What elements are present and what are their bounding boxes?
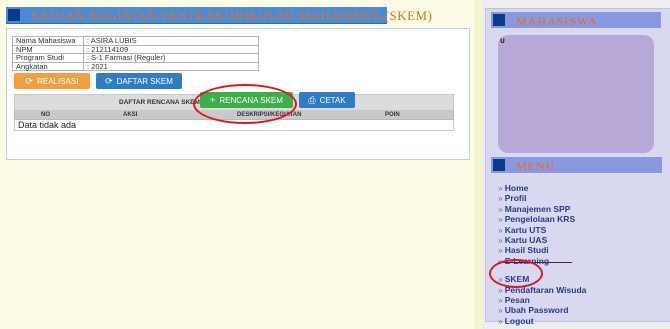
- sidebar-item-label: Profil: [504, 193, 527, 204]
- cetak-button[interactable]: ⎙ CETAK: [299, 92, 355, 108]
- info-label: Angkatan: [12, 61, 84, 71]
- sidebar-item-label: Kartu UTS: [504, 224, 547, 235]
- sidebar-item-profil[interactable]: » Profil: [498, 193, 586, 203]
- sidebar-item-manajemen-spp[interactable]: » Manajemen SPP: [498, 204, 586, 214]
- realisasi-button[interactable]: ⟳ REALISASI: [14, 73, 90, 89]
- sidebar-item-ubah-password[interactable]: » Ubah Password: [498, 305, 586, 315]
- sidebar-item-pesan[interactable]: » Pesan: [498, 295, 586, 305]
- daftar-skem-button[interactable]: ⟳ DAFTAR SKEM: [96, 73, 182, 89]
- highlight-circle: [193, 84, 297, 124]
- sidebar-menu: » Home » Profil » Manajemen SPP » Pengelolaa…: [498, 183, 586, 326]
- daftar-skem-label: DAFTAR SKEM: [116, 76, 173, 86]
- col-no: NO: [41, 112, 50, 118]
- info-label: Program Studi: [12, 53, 84, 63]
- realisasi-label: REALISASI: [37, 76, 79, 86]
- sidebar-profile-title: MAHASISWA: [491, 12, 661, 28]
- sidebar-item-label: Kartu UAS: [504, 234, 548, 245]
- info-label: Nama Mahasiswa: [12, 36, 84, 46]
- highlight-circle: [489, 259, 543, 288]
- sidebar-item-pengelolaan-krs[interactable]: » Pengelolaan KRS: [498, 214, 586, 224]
- sidebar-item-label: Ubah Password: [504, 305, 569, 316]
- info-value: : ASIRA LUBIS: [83, 36, 259, 46]
- sidebar-item-label: Hasil Studi: [504, 245, 549, 256]
- printer-icon: ⎙: [308, 94, 316, 105]
- main-panel: SATUAN KEGIATAN EKSTRAKURIKULER MAHASISW…: [0, 0, 474, 329]
- info-value: : S-1 Farmasi (Reguler): [83, 53, 259, 63]
- sidebar-item-label: Logout: [504, 315, 534, 326]
- col-poin: POIN: [385, 112, 400, 118]
- refresh-icon: ⟳: [105, 75, 113, 86]
- title-square-icon: [493, 14, 505, 26]
- sidebar-item-home[interactable]: » Home: [498, 183, 586, 193]
- menu-title-text: MENU: [516, 159, 556, 173]
- sidebar-item-label: Home: [504, 183, 529, 193]
- sidebar-item-hasil-studi[interactable]: » Hasil Studi: [498, 245, 586, 255]
- sidebar-item-kartu-uas[interactable]: » Kartu UAS: [498, 235, 586, 245]
- avatar: [498, 35, 654, 153]
- user-initial: U: [500, 38, 505, 45]
- sidebar-item-logout[interactable]: » Logout: [498, 316, 586, 326]
- sidebar-item-kartu-uts[interactable]: » Kartu UTS: [498, 225, 586, 235]
- sidebar-menu-title: MENU: [491, 157, 662, 173]
- sidebar-item-label: Pesan: [504, 294, 530, 305]
- page-title: SATUAN KEGIATAN EKSTRAKURIKULER MAHASISW…: [31, 8, 433, 23]
- refresh-icon: ⟳: [25, 75, 34, 86]
- page-title-bar: SATUAN KEGIATAN EKSTRAKURIKULER MAHASISW…: [6, 7, 432, 24]
- sidebar-item-label: Pengelolaan KRS: [504, 214, 576, 225]
- title-square-icon: [493, 159, 505, 171]
- col-aksi: AKSI: [123, 112, 138, 118]
- title-square-icon: [8, 9, 20, 21]
- cetak-label: CETAK: [319, 95, 346, 105]
- info-value: : 2021: [83, 61, 259, 71]
- sidebar-item-label: Manajemen SPP: [504, 203, 571, 214]
- student-info-table: Nama Mahasiswa: ASIRA LUBIS NPM: 2121141…: [12, 36, 259, 71]
- profile-title-text: MAHASISWA: [516, 14, 598, 28]
